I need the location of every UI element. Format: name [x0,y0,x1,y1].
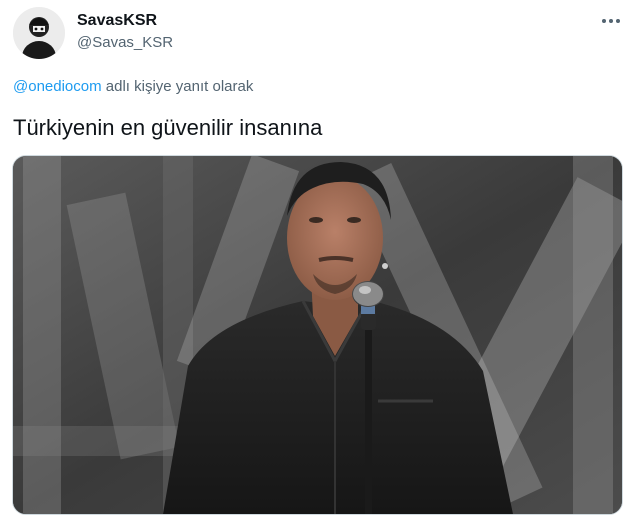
more-horizontal-icon [602,19,620,23]
photo-image [13,156,622,514]
more-options-button[interactable] [596,8,626,34]
reply-mention-link[interactable]: @onediocom [13,78,102,95]
author-display-name[interactable]: SavasKSR [77,12,157,30]
author-avatar[interactable] [13,7,65,59]
tweet-text: Türkiyenin en güvenilir insanına [13,115,323,140]
reply-context: @onediocom adlı kişiye yanıt olarak [13,78,253,95]
reply-context-text: adlı kişiye yanıt olarak [101,78,254,95]
author-handle[interactable]: @Savas_KSR [77,34,173,51]
tweet-photo[interactable] [12,155,623,515]
avatar-icon [13,7,65,59]
tweet-card: SavasKSR @Savas_KSR @onediocom adlı kişi… [0,0,635,526]
